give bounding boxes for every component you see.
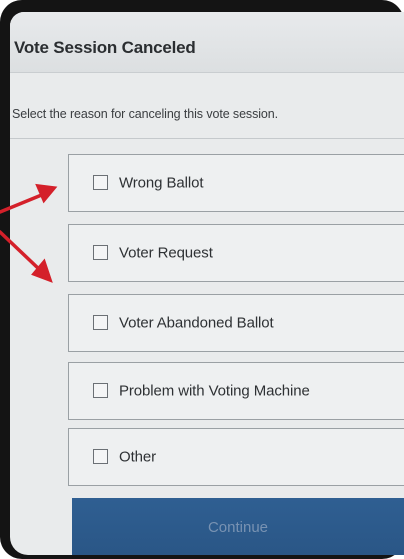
option-wrong-ballot[interactable]: Wrong Ballot — [68, 154, 404, 212]
option-problem-with-voting-machine[interactable]: Problem with Voting Machine — [68, 362, 404, 420]
checkbox-icon[interactable] — [93, 245, 108, 260]
checkbox-icon[interactable] — [93, 449, 108, 464]
tablet-screen: Vote Session Canceled Select the reason … — [10, 12, 404, 555]
dialog-title: Vote Session Canceled — [14, 38, 196, 57]
checkbox-icon[interactable] — [93, 315, 108, 330]
option-voter-request[interactable]: Voter Request — [68, 224, 404, 282]
option-label: Problem with Voting Machine — [119, 382, 310, 400]
option-other[interactable]: Other — [68, 428, 404, 486]
dialog-header: Vote Session Canceled — [10, 12, 404, 73]
checkbox-icon[interactable] — [93, 383, 108, 398]
option-label: Other — [119, 448, 157, 466]
divider — [10, 138, 404, 139]
option-label: Voter Abandoned Ballot — [119, 314, 274, 332]
option-voter-abandoned-ballot[interactable]: Voter Abandoned Ballot — [68, 294, 404, 352]
dialog-prompt: Select the reason for canceling this vot… — [12, 107, 278, 121]
option-label: Voter Request — [119, 244, 213, 262]
checkbox-icon[interactable] — [93, 175, 108, 190]
tablet-frame: Vote Session Canceled Select the reason … — [0, 0, 404, 559]
continue-button[interactable]: Continue — [72, 498, 404, 555]
option-label: Wrong Ballot — [119, 174, 204, 192]
continue-label: Continue — [207, 519, 269, 536]
